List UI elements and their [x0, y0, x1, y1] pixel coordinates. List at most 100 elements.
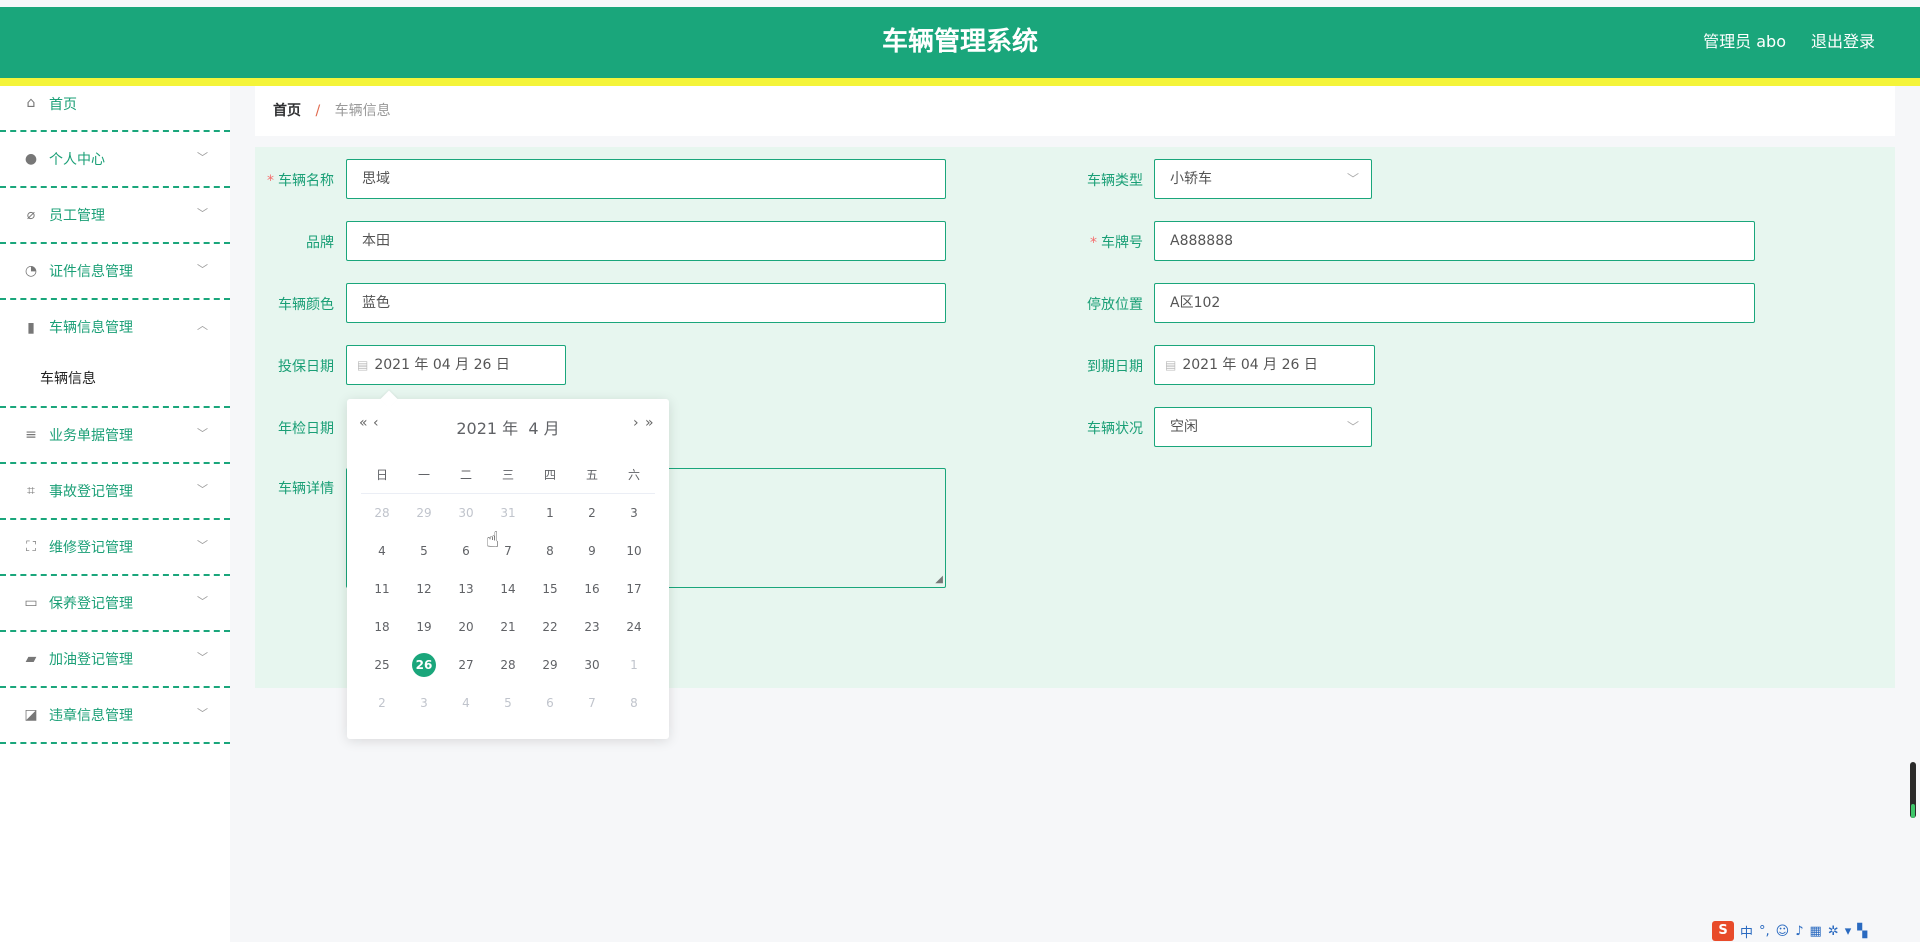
- sidebar-item-vehicles[interactable]: ▮ 车辆信息管理 ︿: [0, 300, 230, 356]
- wallet-icon: ▰: [25, 651, 37, 667]
- calendar-day[interactable]: 17: [613, 570, 655, 608]
- ime-language[interactable]: 中: [1740, 922, 1753, 941]
- next-month-button[interactable]: ›: [633, 415, 639, 431]
- calendar-day[interactable]: 9: [571, 532, 613, 570]
- calendar-day[interactable]: 30: [571, 646, 613, 684]
- picker-year[interactable]: 2021 年: [456, 419, 518, 438]
- chevron-down-icon: ﹀: [197, 539, 208, 552]
- calendar-day[interactable]: 1: [529, 494, 571, 532]
- insure-date-input[interactable]: ▤ 2021 年 04 月 26 日: [346, 345, 566, 385]
- calendar-day[interactable]: 29: [529, 646, 571, 684]
- calendar-day[interactable]: 15: [529, 570, 571, 608]
- picker-month[interactable]: 4 月: [528, 419, 559, 438]
- calendar-day[interactable]: 14: [487, 570, 529, 608]
- calendar-grid: 日 一 二 三 四 五 六 28 29 30 31 1 2 3 4 5 6 7 …: [361, 461, 655, 722]
- list-icon: ≡: [25, 427, 37, 443]
- calendar-day[interactable]: 12: [403, 570, 445, 608]
- sidebar-item-repairs[interactable]: ⛶ 维修登记管理 ﹀: [0, 520, 230, 576]
- sidebar-item-accidents[interactable]: ⌗ 事故登记管理 ﹀: [0, 464, 230, 520]
- calendar-day[interactable]: 5: [403, 532, 445, 570]
- calendar-day[interactable]: 4: [361, 532, 403, 570]
- ime-emoji-icon[interactable]: ☺: [1776, 924, 1790, 939]
- calendar-day[interactable]: 2: [361, 684, 403, 722]
- calendar-day[interactable]: 28: [487, 646, 529, 684]
- calendar-day[interactable]: 25: [361, 646, 403, 684]
- ime-tools-icon[interactable]: ✲: [1828, 924, 1839, 939]
- insure-date-label: 投保日期: [278, 359, 334, 375]
- status-select[interactable]: 空闲 ﹀: [1154, 407, 1372, 447]
- ime-logo-icon[interactable]: S: [1712, 921, 1734, 941]
- chevron-down-icon: ﹀: [197, 483, 208, 496]
- ime-menu-icon[interactable]: ▚: [1857, 924, 1867, 939]
- vehicle-type-select[interactable]: 小轿车 ﹀: [1154, 159, 1372, 199]
- vehicle-type-label: 车辆类型: [1087, 173, 1143, 189]
- calendar-day[interactable]: 7: [571, 684, 613, 722]
- calendar-day[interactable]: 4: [445, 684, 487, 722]
- calendar-day[interactable]: 5: [487, 684, 529, 722]
- ime-punctuation-icon[interactable]: °,: [1759, 924, 1770, 939]
- sidebar-item-documents[interactable]: ≡ 业务单据管理 ﹀: [0, 408, 230, 464]
- sidebar-item-label: 事故登记管理: [49, 484, 133, 500]
- calendar-day[interactable]: 23: [571, 608, 613, 646]
- sidebar-item-maintenance[interactable]: ▭ 保养登记管理 ﹀: [0, 576, 230, 632]
- calendar-day[interactable]: 30: [445, 494, 487, 532]
- calendar-day[interactable]: 1: [613, 646, 655, 684]
- logout-button[interactable]: 退出登录: [1811, 7, 1875, 77]
- sidebar-item-label: 保养登记管理: [49, 596, 133, 612]
- vehicle-name-input[interactable]: 思域: [346, 159, 946, 199]
- calendar-day[interactable]: 13: [445, 570, 487, 608]
- calendar-day[interactable]: 10: [613, 532, 655, 570]
- calendar-day[interactable]: 22: [529, 608, 571, 646]
- detail-label: 车辆详情: [278, 481, 334, 497]
- ime-skin-icon[interactable]: ▾: [1845, 924, 1852, 939]
- app-title: 车辆管理系统: [881, 27, 1038, 57]
- sidebar-subitem-vehicle-info[interactable]: 车辆信息: [0, 356, 230, 408]
- calendar-day[interactable]: 8: [529, 532, 571, 570]
- chart-icon: ◪: [24, 707, 38, 723]
- calendar-day-selected[interactable]: 26: [403, 646, 445, 684]
- calendar-day[interactable]: 29: [403, 494, 445, 532]
- sidebar-item-label: 员工管理: [49, 208, 105, 224]
- calendar-day[interactable]: 3: [403, 684, 445, 722]
- resize-grip-icon[interactable]: ◢: [935, 575, 943, 585]
- sidebar-item-home[interactable]: ⌂ 首页: [0, 86, 230, 132]
- calendar-day[interactable]: 27: [445, 646, 487, 684]
- color-input[interactable]: 蓝色: [346, 283, 946, 323]
- calendar-day[interactable]: 21: [487, 608, 529, 646]
- chevron-down-icon: ﹀: [1346, 420, 1359, 434]
- ime-keyboard-icon[interactable]: ▦: [1810, 924, 1822, 939]
- expire-date-input[interactable]: ▤ 2021 年 04 月 26 日: [1154, 345, 1375, 385]
- brand-label: 品牌: [306, 235, 334, 251]
- calendar-day[interactable]: 20: [445, 608, 487, 646]
- sidebar-item-staff[interactable]: ⌀ 员工管理 ﹀: [0, 188, 230, 244]
- ime-voice-icon[interactable]: ♪: [1795, 924, 1803, 939]
- next-year-button[interactable]: »: [645, 415, 654, 431]
- calendar-day[interactable]: 31: [487, 494, 529, 532]
- breadcrumb-home[interactable]: 首页: [273, 103, 301, 119]
- calendar-day[interactable]: 6: [529, 684, 571, 722]
- location-input[interactable]: A区102: [1154, 283, 1755, 323]
- weekday-label: 五: [585, 468, 598, 482]
- calendar-day[interactable]: 18: [361, 608, 403, 646]
- calendar-day[interactable]: 3: [613, 494, 655, 532]
- bars-icon: ▮: [27, 320, 35, 336]
- calendar-day[interactable]: 2: [571, 494, 613, 532]
- weekday-label: 三: [501, 468, 514, 482]
- calendar-day[interactable]: 11: [361, 570, 403, 608]
- brand-input[interactable]: 本田: [346, 221, 946, 261]
- sidebar-item-profile[interactable]: ● 个人中心 ﹀: [0, 132, 230, 188]
- date-picker: « ‹ 2021 年 4 月 › » 日 一 二 三 四 五 六 28 29 3…: [347, 390, 669, 739]
- plate-input[interactable]: A888888: [1154, 221, 1755, 261]
- sidebar-item-fuel[interactable]: ▰ 加油登记管理 ﹀: [0, 632, 230, 688]
- sidebar-item-certificates[interactable]: ◔ 证件信息管理 ﹀: [0, 244, 230, 300]
- sidebar-item-violations[interactable]: ◪ 违章信息管理 ﹀: [0, 688, 230, 744]
- calendar-day[interactable]: 24: [613, 608, 655, 646]
- calendar-day[interactable]: 16: [571, 570, 613, 608]
- sidebar-item-label: 个人中心: [49, 152, 105, 168]
- calendar-day[interactable]: 28: [361, 494, 403, 532]
- scrollbar-thumb[interactable]: [1910, 762, 1916, 818]
- sidebar-item-label: 业务单据管理: [49, 428, 133, 444]
- calendar-day[interactable]: 8: [613, 684, 655, 722]
- calendar-day[interactable]: 6: [445, 532, 487, 570]
- calendar-day[interactable]: 19: [403, 608, 445, 646]
